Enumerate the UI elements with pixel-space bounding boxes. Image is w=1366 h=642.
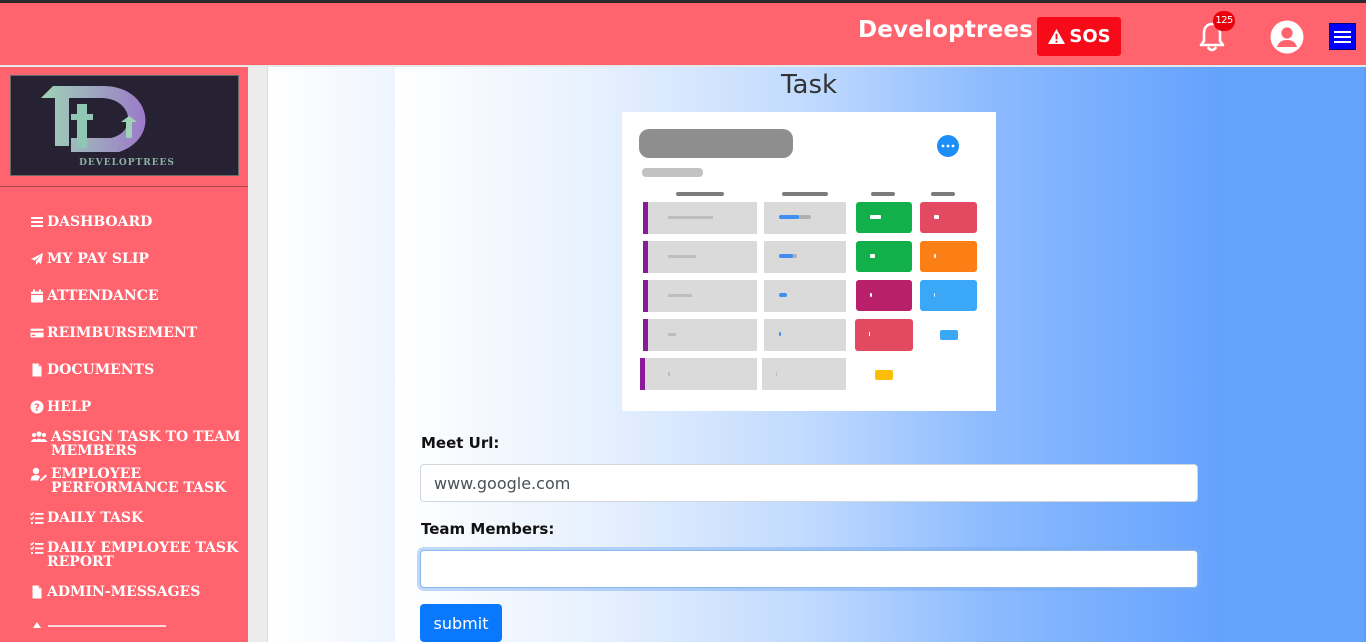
sidebar-item-label: REIMBURSEMENT <box>47 325 198 341</box>
sidebar-item-label: EMPLOYEE PERFORMANCE TASK <box>51 466 227 496</box>
sidebar-item-daily-task[interactable]: DAILY TASK <box>30 511 246 525</box>
sidebar-item-label: DASHBOARD <box>47 214 153 230</box>
calendar-icon <box>30 289 44 303</box>
sidebar-item-assign-task[interactable]: ASSIGN TASK TO TEAM MEMBERS <box>30 430 246 458</box>
sidebar-item-label: ADMIN-MESSAGES <box>47 584 201 600</box>
sidebar-divider <box>0 186 248 187</box>
file-icon <box>30 585 44 599</box>
submit-button[interactable]: submit <box>420 604 502 642</box>
sidebar-item-dashboard[interactable]: DASHBOARD <box>30 215 246 229</box>
hamburger-line <box>1334 30 1351 33</box>
list-check-icon <box>30 541 44 555</box>
company-logo[interactable]: DEVELOPTREES <box>10 75 239 176</box>
page-title: Task <box>780 70 838 100</box>
bars-icon <box>30 215 44 229</box>
sidebar-item-label: DAILY EMPLOYEE TASK REPORT <box>47 540 239 570</box>
menu-toggle-button[interactable] <box>1329 23 1356 50</box>
svg-text:?: ? <box>34 403 40 414</box>
sidebar-item-my-pay-slip[interactable]: MY PAY SLIP <box>30 252 246 266</box>
list-check-icon <box>30 511 44 525</box>
notification-badge: 125 <box>1213 11 1235 31</box>
top-navbar: Developtrees SOS 125 <box>0 0 1366 67</box>
sidebar-item-label: ATTENDANCE <box>47 288 159 304</box>
content-background-right <box>1223 67 1366 642</box>
sidebar-item-documents[interactable]: DOCUMENTS <box>30 363 246 377</box>
content-background <box>268 67 395 642</box>
meet-url-input[interactable] <box>420 464 1198 502</box>
sidebar-item-help[interactable]: ? HELP <box>30 400 246 414</box>
sidebar-item-label: MY PAY SLIP <box>47 251 149 267</box>
sidebar-item-attendance[interactable]: ATTENDANCE <box>30 289 246 303</box>
label-fragment <box>48 625 166 627</box>
sidebar-item-reimbursement[interactable]: REIMBURSEMENT <box>30 326 246 340</box>
sidebar-item-daily-employee-task-report[interactable]: DAILY EMPLOYEE TASK REPORT <box>30 541 246 569</box>
users-icon <box>30 430 48 444</box>
question-circle-icon: ? <box>30 400 44 414</box>
logo-text: DEVELOPTREES <box>79 158 175 168</box>
hamburger-line <box>1334 40 1351 43</box>
file-icon <box>30 363 44 377</box>
sidebar-item-label: ASSIGN TASK TO TEAM MEMBERS <box>51 429 241 459</box>
sidebar-item-label: DAILY TASK <box>47 510 144 526</box>
arrow-up-icon <box>33 622 41 628</box>
sos-button[interactable]: SOS <box>1037 17 1121 56</box>
task-illustration <box>622 112 996 411</box>
brand-title[interactable]: Developtrees <box>858 17 1033 43</box>
sidebar-item-admin-messages[interactable]: ADMIN-MESSAGES <box>30 585 246 599</box>
warning-icon <box>1048 28 1066 45</box>
paper-plane-icon <box>30 252 44 266</box>
team-members-input[interactable] <box>420 550 1198 588</box>
meet-url-label: Meet Url: <box>421 434 500 452</box>
sidebar-item-employee-performance[interactable]: EMPLOYEE PERFORMANCE TASK <box>30 467 246 495</box>
sos-label: SOS <box>1069 26 1111 47</box>
hamburger-line <box>1334 35 1351 38</box>
user-circle-icon[interactable] <box>1270 20 1304 54</box>
task-board-illustration <box>639 129 977 390</box>
sidebar: DEVELOPTREES DASHBOARD MY PAY SLIP ATTEN… <box>0 67 248 642</box>
credit-card-icon <box>30 326 44 340</box>
content-gutter <box>248 67 268 642</box>
sidebar-item-label: DOCUMENTS <box>47 362 155 378</box>
sidebar-item-label: HELP <box>47 399 92 415</box>
sidebar-item-partial[interactable] <box>30 622 170 628</box>
user-edit-icon <box>30 467 48 481</box>
team-members-label: Team Members: <box>421 520 555 538</box>
